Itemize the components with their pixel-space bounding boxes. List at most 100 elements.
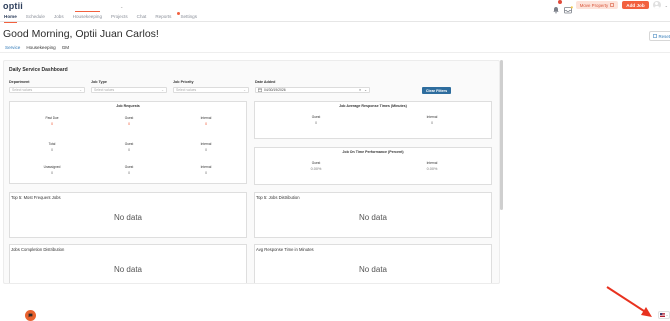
chat-icon	[28, 313, 33, 318]
jobs-distribution-widget: Top 5: Jobs Distribution No data	[254, 192, 492, 238]
chevron-down-icon[interactable]: ⌄	[120, 4, 123, 9]
stat-label: Internal	[200, 165, 212, 169]
reset-label: Reset	[658, 33, 670, 39]
past-due-stat[interactable]: Past Due 0	[32, 116, 72, 126]
past-due-guest-stat[interactable]: Guest 0	[109, 116, 149, 126]
avg-response-time-widget: Avg Response Time in Minutes No data	[254, 244, 492, 283]
optii-logo[interactable]: optii	[3, 1, 23, 11]
add-job-label: Add Job	[626, 2, 645, 8]
stat-value: 0	[314, 120, 318, 125]
nav-jobs[interactable]: Jobs	[54, 14, 64, 21]
on-time-performance-card: Job On Time Performance (Percent) Guest …	[254, 147, 492, 185]
chevron-down-icon: ⌄	[79, 88, 82, 92]
date-range: 04/30/19/2026	[258, 88, 286, 92]
chevron-down-icon[interactable]: ⌄	[364, 88, 367, 92]
stat-value: 0	[50, 121, 54, 126]
on-time-guest-stat[interactable]: Guest 0.00%	[296, 161, 336, 171]
nav-projects[interactable]: Projects	[111, 14, 128, 21]
stat-label: Internal	[200, 142, 212, 146]
job-priority-label: Job Priority	[173, 80, 194, 84]
stat-value: 0.00%	[310, 166, 322, 171]
move-property-button[interactable]: Move Property	[575, 1, 619, 9]
clear-filters-button[interactable]: Clear Filters	[422, 87, 451, 94]
job-priority-select[interactable]: Select values ⌄	[173, 87, 249, 93]
date-added-label: Date Added	[255, 80, 276, 84]
stat-value: 0	[127, 170, 131, 175]
stat-label: Guest	[124, 142, 134, 146]
chat-launcher-button[interactable]	[25, 310, 36, 321]
department-label: Department	[9, 80, 30, 84]
top-navigation-bar: optii ⌄ Home Schedule Jobs Housekeeping …	[0, 0, 670, 23]
stat-label: Internal	[200, 116, 212, 120]
unassigned-guest-stat[interactable]: Guest 0	[109, 165, 149, 175]
nav-schedule[interactable]: Schedule	[26, 14, 45, 21]
response-internal-stat[interactable]: Internal 0	[412, 115, 452, 125]
stat-label: Past Due	[45, 116, 59, 120]
total-guest-stat[interactable]: Guest 0	[109, 142, 149, 152]
department-select[interactable]: Select values ⌄	[9, 87, 85, 93]
nav-housekeeping[interactable]: Housekeeping	[72, 11, 103, 21]
response-guest-stat[interactable]: Guest 0	[296, 115, 336, 125]
us-flag-icon	[659, 313, 665, 317]
stat-value: 0	[50, 147, 54, 152]
nav-reports[interactable]: Reports	[155, 14, 171, 21]
user-avatar[interactable]	[652, 1, 661, 9]
inbox-icon[interactable]	[563, 1, 573, 14]
total-stat[interactable]: Total 0	[32, 142, 72, 152]
stat-value: 0	[204, 121, 208, 126]
no-data-text: No data	[358, 213, 388, 222]
nav-settings-label: Settings	[180, 14, 198, 19]
stat-label: Internal	[426, 115, 438, 119]
bell-icon[interactable]	[552, 0, 562, 14]
no-data-text: No data	[113, 213, 143, 222]
reset-button[interactable]: Reset	[648, 31, 670, 41]
language-selector[interactable]: ⌄	[658, 311, 670, 319]
jobs-completion-widget: Jobs Completion Distribution No data	[9, 244, 247, 283]
date-controls: × ⌄	[359, 88, 367, 92]
job-requests-title: Job Requests	[116, 104, 140, 108]
past-due-internal-stat[interactable]: Internal 0	[186, 116, 226, 126]
total-internal-stat[interactable]: Internal 0	[186, 142, 226, 152]
on-time-title: Job On Time Performance (Percent)	[342, 150, 404, 154]
stat-value: 0	[50, 170, 54, 175]
nav-home[interactable]: Home	[4, 14, 17, 23]
daily-service-dashboard: Daily Service Dashboard Department Selec…	[3, 60, 500, 284]
clear-date-icon[interactable]: ×	[359, 88, 361, 92]
date-added-picker[interactable]: 04/30/19/2026 × ⌄	[255, 87, 370, 93]
stat-label: Guest	[124, 116, 134, 120]
no-data-text: No data	[358, 265, 388, 274]
panel-scrollbar[interactable]	[500, 60, 503, 210]
job-type-label: Job Type	[91, 80, 107, 84]
chevron-down-icon: ⌄	[243, 88, 246, 92]
annotation-arrow-icon	[606, 286, 652, 317]
chevron-down-icon[interactable]: ⌄	[665, 3, 668, 8]
job-priority-placeholder: Select values	[176, 88, 197, 92]
building-icon	[610, 3, 615, 7]
stat-value: 0	[204, 170, 208, 175]
unassigned-internal-stat[interactable]: Internal 0	[186, 165, 226, 175]
nav-housekeeping-label: Housekeeping	[72, 14, 103, 19]
widget-title: Top 5: Jobs Distribution	[256, 195, 300, 200]
stat-label: Guest	[311, 115, 321, 119]
stat-value: 0	[430, 120, 434, 125]
on-time-internal-stat[interactable]: Internal 0.00%	[412, 161, 452, 171]
widget-title: Top 5: Most Frequent Jobs	[11, 195, 61, 200]
add-job-button[interactable]: Add Job	[622, 1, 649, 9]
housekeeping-indicator	[74, 11, 101, 12]
stat-value: 0	[127, 121, 131, 126]
nav-chat[interactable]: Chat	[137, 14, 147, 21]
unassigned-stat[interactable]: Unassigned 0	[32, 165, 72, 175]
no-data-text: No data	[113, 265, 143, 274]
stat-label: Guest	[311, 161, 321, 165]
main-nav: Home Schedule Jobs Housekeeping Projects…	[4, 11, 206, 23]
response-times-card: Job Average Response Times (Minutes) Gue…	[254, 101, 492, 139]
greeting-heading: Good Morning, Optii Juan Carlos!	[3, 28, 159, 40]
reset-icon	[652, 34, 657, 38]
move-property-label: Move Property	[579, 2, 609, 8]
stat-value: 0.00%	[426, 166, 438, 171]
stat-label: Guest	[124, 165, 134, 169]
widget-title: Avg Response Time in Minutes	[256, 247, 314, 252]
header-tools: Move Property Add Job ⌄	[552, 0, 668, 14]
nav-settings[interactable]: Settings	[177, 12, 198, 21]
job-type-select[interactable]: Select values ⌄	[91, 87, 167, 93]
